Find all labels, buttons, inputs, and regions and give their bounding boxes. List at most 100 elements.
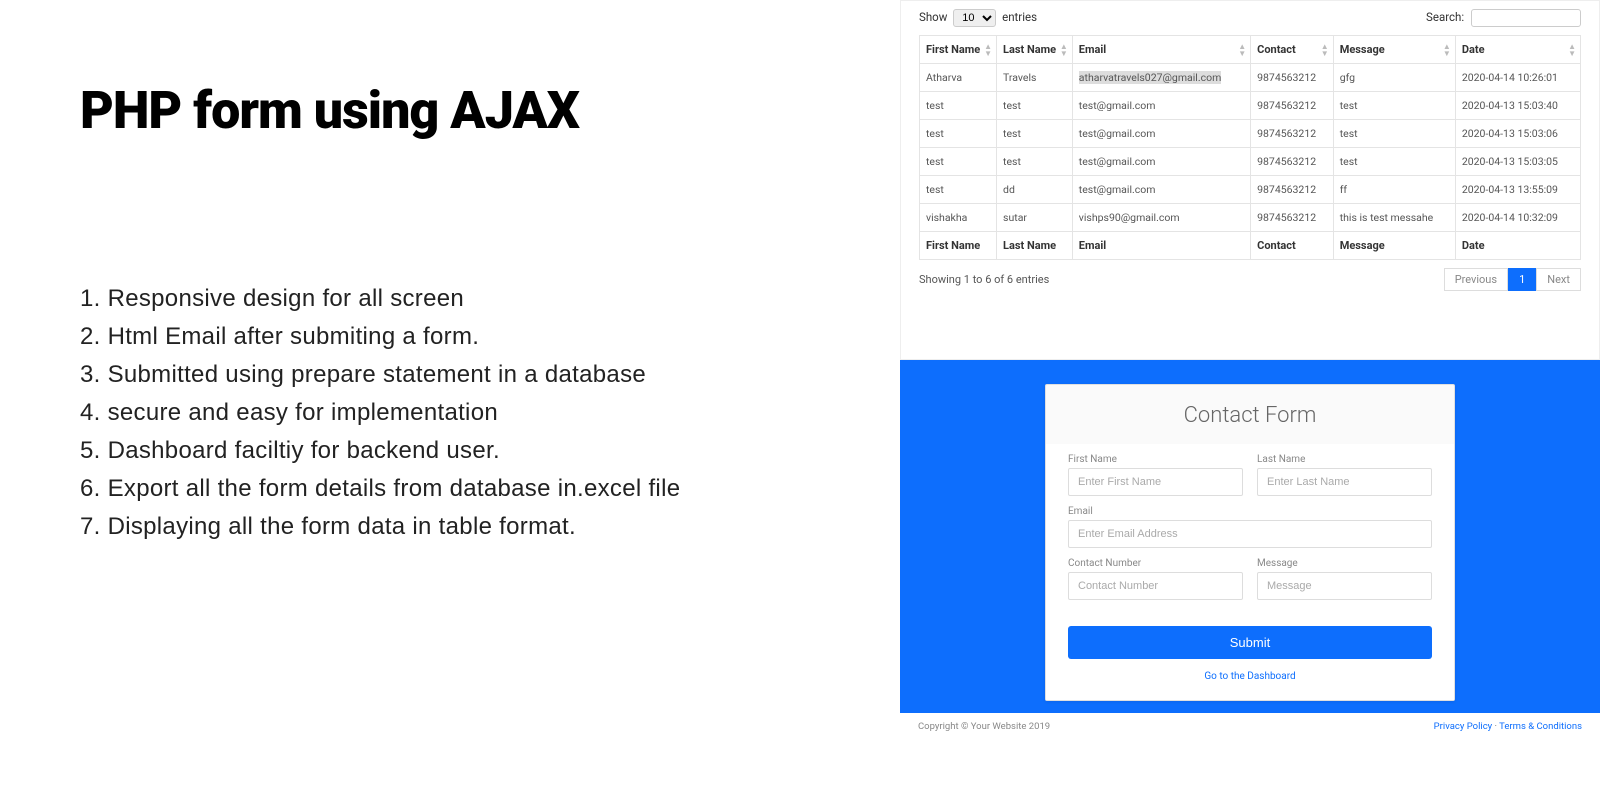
- table-cell: test: [920, 120, 997, 148]
- table-row: testtesttest@gmail.com9874563212test2020…: [920, 148, 1581, 176]
- table-cell: this is test messahe: [1333, 204, 1455, 232]
- first-name-input[interactable]: [1068, 468, 1243, 496]
- table-cell: test: [920, 148, 997, 176]
- col-last-name[interactable]: Last Name▲▼: [997, 36, 1073, 64]
- table-cell: 9874563212: [1251, 92, 1334, 120]
- last-name-input[interactable]: [1257, 468, 1432, 496]
- feature-item: 1. Responsive design for all screen: [80, 281, 840, 317]
- table-row: testddtest@gmail.com9874563212ff2020-04-…: [920, 176, 1581, 204]
- last-name-label: Last Name: [1257, 454, 1432, 465]
- table-cell: test@gmail.com: [1072, 92, 1250, 120]
- first-name-label: First Name: [1068, 454, 1243, 465]
- table-cell: 2020-04-13 15:03:05: [1455, 148, 1580, 176]
- form-section: Contact Form First Name Last Name Email: [900, 360, 1600, 740]
- page-1-button[interactable]: 1: [1508, 268, 1536, 291]
- footer: Copyright © Your Website 2019 Privacy Po…: [900, 713, 1600, 740]
- privacy-link[interactable]: Privacy Policy: [1434, 721, 1492, 732]
- page-title: PHP form using AJAX: [80, 80, 840, 141]
- feature-item: 5. Dashboard faciltiy for backend user.: [80, 433, 840, 469]
- table-cell: test: [997, 148, 1073, 176]
- col-contact[interactable]: Contact▲▼: [1251, 36, 1334, 64]
- feature-item: 2. Html Email after submiting a form.: [80, 319, 840, 355]
- table-cell: 2020-04-14 10:32:09: [1455, 204, 1580, 232]
- table-cell: test: [920, 176, 997, 204]
- sort-icon: ▲▼: [1321, 43, 1329, 57]
- copyright: Copyright © Your Website 2019: [918, 721, 1050, 732]
- form-title: Contact Form: [1046, 403, 1454, 428]
- table-cell: test@gmail.com: [1072, 148, 1250, 176]
- foot-first: First Name: [920, 232, 997, 260]
- col-first-name[interactable]: First Name▲▼: [920, 36, 997, 64]
- email-input[interactable]: [1068, 520, 1432, 548]
- table-cell: test@gmail.com: [1072, 120, 1250, 148]
- dashboard-link[interactable]: Go to the Dashboard: [1068, 671, 1432, 682]
- foot-last: Last Name: [997, 232, 1073, 260]
- next-button[interactable]: Next: [1536, 268, 1581, 291]
- data-table: First Name▲▼ Last Name▲▼ Email▲▼ Contact…: [919, 35, 1581, 260]
- footer-links: Privacy Policy · Terms & Conditions: [1434, 721, 1582, 732]
- feature-item: 4. secure and easy for implementation: [80, 395, 840, 431]
- feature-item: 3. Submitted using prepare statement in …: [80, 357, 840, 393]
- message-input[interactable]: [1257, 572, 1432, 600]
- message-label: Message: [1257, 558, 1432, 569]
- prev-button[interactable]: Previous: [1444, 268, 1508, 291]
- search-wrap: Search:: [1426, 9, 1581, 27]
- sort-icon: ▲▼: [1443, 43, 1451, 57]
- terms-link[interactable]: Terms & Conditions: [1499, 721, 1582, 732]
- table-cell: 2020-04-13 13:55:09: [1455, 176, 1580, 204]
- col-message[interactable]: Message▲▼: [1333, 36, 1455, 64]
- table-cell: vishps90@gmail.com: [1072, 204, 1250, 232]
- feature-item: 6. Export all the form details from data…: [80, 471, 840, 507]
- table-footer-row: First Name Last Name Email Contact Messa…: [920, 232, 1581, 260]
- sort-icon: ▲▼: [1238, 43, 1246, 57]
- foot-contact: Contact: [1251, 232, 1334, 260]
- sort-icon: ▲▼: [1568, 43, 1576, 57]
- email-label: Email: [1068, 506, 1432, 517]
- table-row: AtharvaTravelsatharvatravels027@gmail.co…: [920, 64, 1581, 92]
- search-input[interactable]: [1471, 9, 1581, 27]
- table-cell: gfg: [1333, 64, 1455, 92]
- table-cell: ff: [1333, 176, 1455, 204]
- data-table-panel: Show 10 entries Search: First Name▲▼ Las…: [900, 0, 1600, 360]
- sort-icon: ▲▼: [984, 43, 992, 57]
- pagination: Previous 1 Next: [1444, 268, 1581, 291]
- table-cell: 9874563212: [1251, 148, 1334, 176]
- contact-label: Contact Number: [1068, 558, 1243, 569]
- table-cell: Atharva: [920, 64, 997, 92]
- table-cell: test: [997, 92, 1073, 120]
- table-cell: 2020-04-14 10:26:01: [1455, 64, 1580, 92]
- table-cell: 2020-04-13 15:03:40: [1455, 92, 1580, 120]
- table-cell: 9874563212: [1251, 176, 1334, 204]
- table-header-row: First Name▲▼ Last Name▲▼ Email▲▼ Contact…: [920, 36, 1581, 64]
- table-cell: test: [1333, 120, 1455, 148]
- table-cell: test: [997, 120, 1073, 148]
- table-cell: test: [1333, 92, 1455, 120]
- foot-message: Message: [1333, 232, 1455, 260]
- table-row: vishakhasutarvishps90@gmail.com987456321…: [920, 204, 1581, 232]
- sort-icon: ▲▼: [1060, 43, 1068, 57]
- table-cell: vishakha: [920, 204, 997, 232]
- table-cell: sutar: [997, 204, 1073, 232]
- table-cell: 9874563212: [1251, 204, 1334, 232]
- table-cell: test: [1333, 148, 1455, 176]
- entries-select[interactable]: 10: [953, 9, 996, 27]
- table-info: Showing 1 to 6 of 6 entries: [919, 273, 1049, 286]
- entries-label: entries: [1002, 10, 1037, 24]
- table-cell: Travels: [997, 64, 1073, 92]
- table-cell: test@gmail.com: [1072, 176, 1250, 204]
- table-cell: 9874563212: [1251, 120, 1334, 148]
- table-cell: 2020-04-13 15:03:06: [1455, 120, 1580, 148]
- show-label: Show: [919, 10, 947, 24]
- table-cell: test: [920, 92, 997, 120]
- table-cell: 9874563212: [1251, 64, 1334, 92]
- table-row: testtesttest@gmail.com9874563212test2020…: [920, 92, 1581, 120]
- search-label: Search:: [1426, 10, 1464, 24]
- feature-list: 1. Responsive design for all screen 2. H…: [80, 281, 840, 545]
- foot-date: Date: [1455, 232, 1580, 260]
- contact-form-card: Contact Form First Name Last Name Email: [1045, 384, 1455, 701]
- submit-button[interactable]: Submit: [1068, 626, 1432, 659]
- col-email[interactable]: Email▲▼: [1072, 36, 1250, 64]
- col-date[interactable]: Date▲▼: [1455, 36, 1580, 64]
- contact-input[interactable]: [1068, 572, 1243, 600]
- table-row: testtesttest@gmail.com9874563212test2020…: [920, 120, 1581, 148]
